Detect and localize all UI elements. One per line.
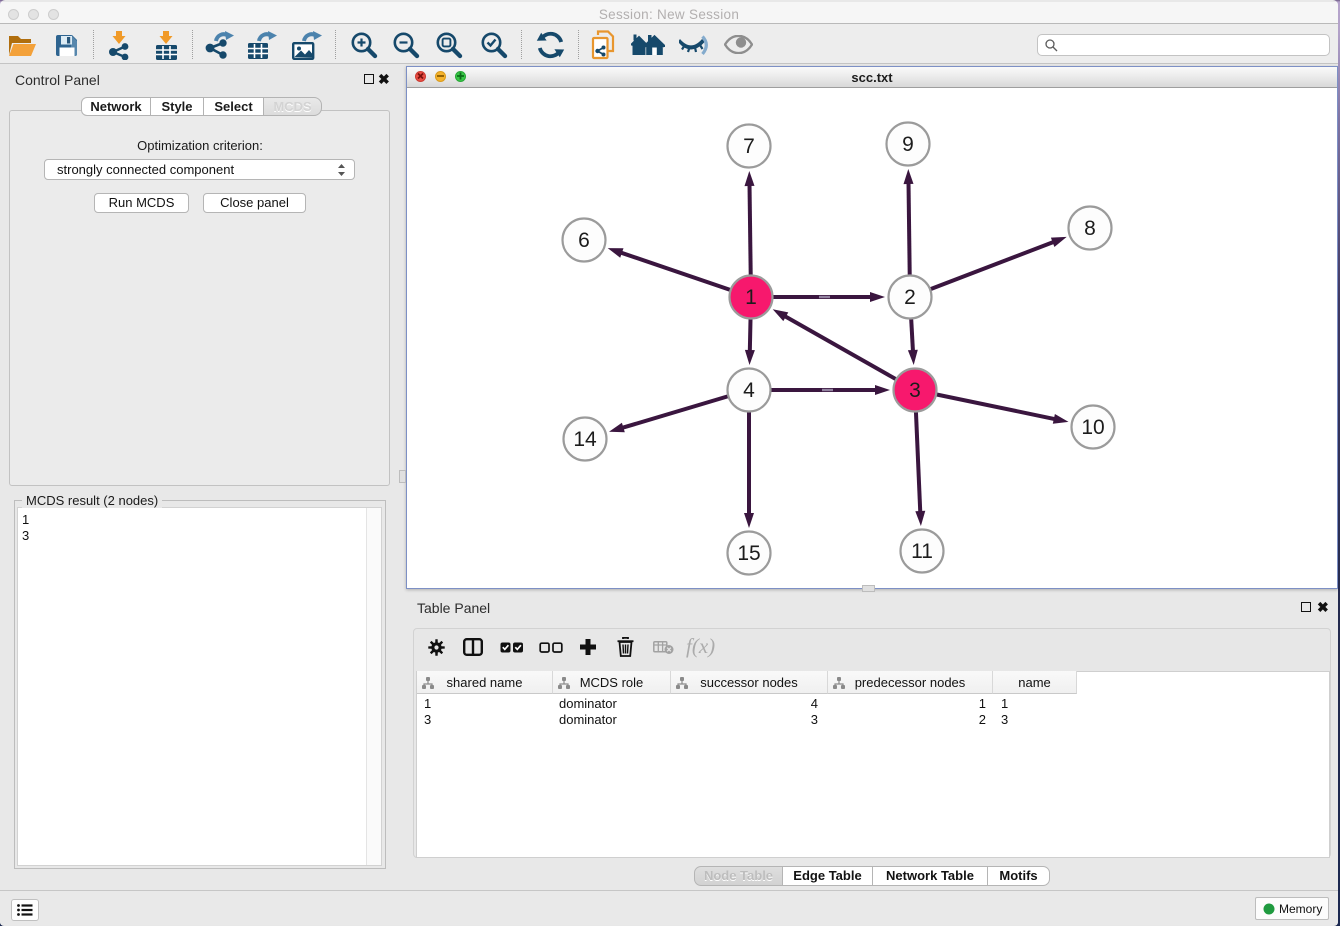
svg-text:7: 7 (743, 135, 755, 158)
svg-text:3: 3 (909, 379, 921, 402)
svg-text:6: 6 (578, 229, 590, 252)
svg-text:10: 10 (1081, 416, 1104, 439)
svg-text:2: 2 (904, 286, 916, 309)
svg-text:8: 8 (1084, 217, 1096, 240)
svg-text:4: 4 (743, 379, 755, 402)
svg-text:14: 14 (573, 428, 597, 451)
svg-text:15: 15 (737, 542, 760, 565)
svg-text:9: 9 (902, 133, 914, 156)
svg-text:1: 1 (745, 286, 757, 309)
svg-text:11: 11 (911, 540, 933, 563)
